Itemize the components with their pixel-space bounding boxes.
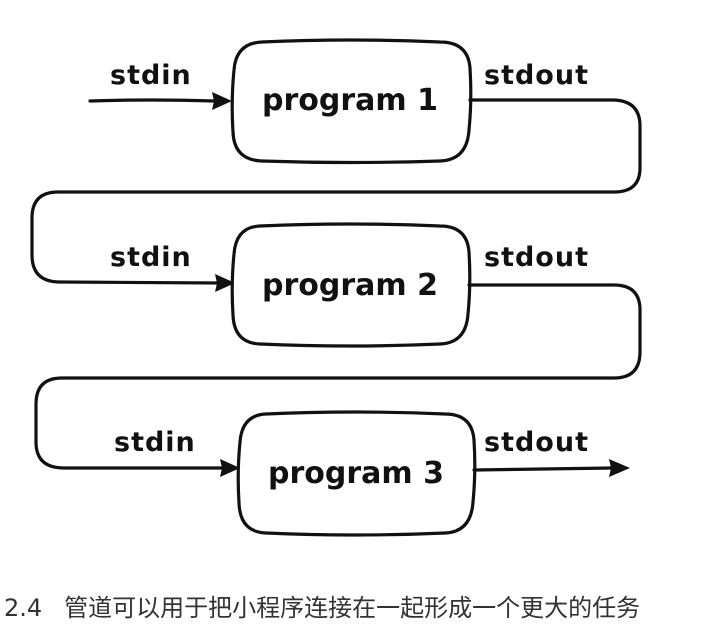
stdin-label-2: stdin xyxy=(110,242,192,273)
figure-caption: 2.4 管道可以用于把小程序连接在一起形成一个更大的任务 xyxy=(0,588,726,628)
stdin-arrowhead-1 xyxy=(212,92,232,110)
stdout-label-1: stdout xyxy=(484,60,589,91)
stdout-arrowhead-3 xyxy=(609,459,630,477)
pipeline-diagram: program 1 stdin stdout program 2 stdin s… xyxy=(0,0,726,636)
stdin-label-1: stdin xyxy=(110,60,192,91)
stdout-line-3 xyxy=(472,466,614,472)
pipeline-diagram-svg: program 1 stdin stdout program 2 stdin s… xyxy=(30,38,642,537)
figure-number: 2.4 xyxy=(4,594,43,622)
stdin-label-3: stdin xyxy=(114,427,196,458)
program-label-3: program 3 xyxy=(268,456,444,491)
program-label-1: program 1 xyxy=(262,83,438,118)
stdout-label-2: stdout xyxy=(484,242,589,273)
stdin-line-1 xyxy=(88,98,217,103)
program-label-2: program 2 xyxy=(262,268,438,303)
stdout-label-3: stdout xyxy=(484,427,589,458)
figure-caption-text: 管道可以用于把小程序连接在一起形成一个更大的任务 xyxy=(64,594,641,622)
